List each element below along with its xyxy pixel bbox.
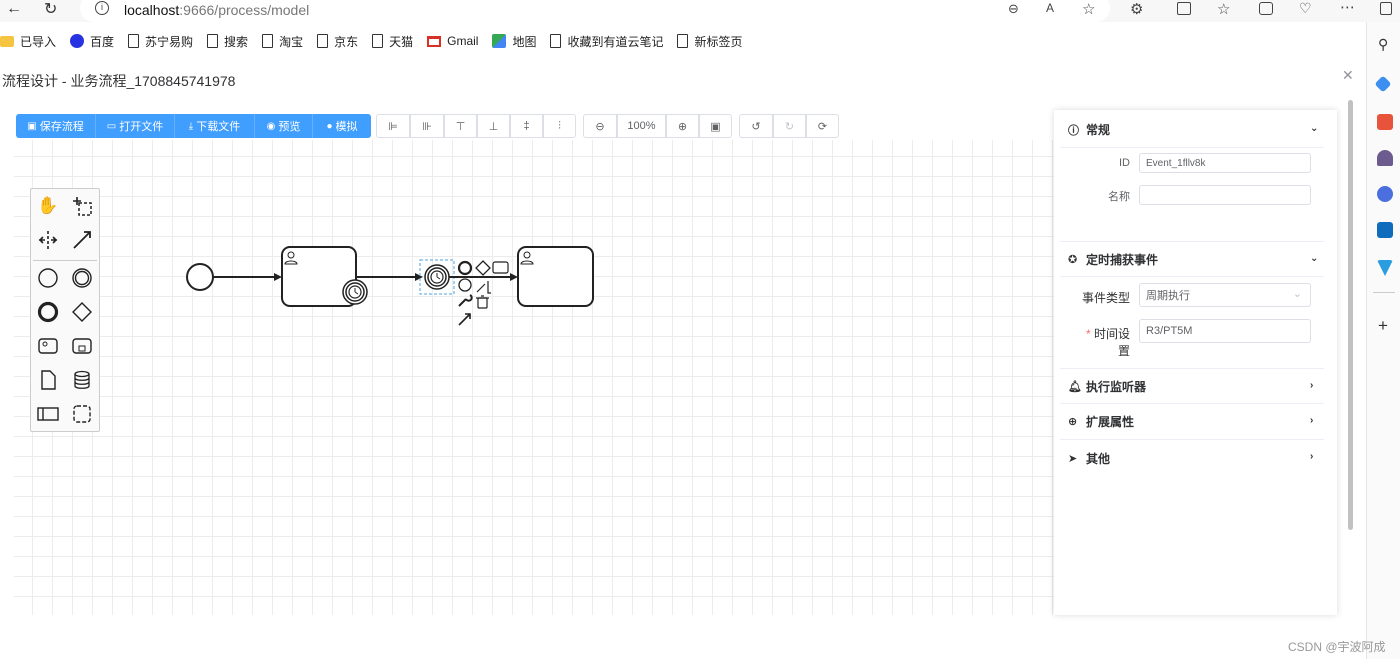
start-event[interactable] [186, 263, 214, 291]
time-setting-input[interactable]: R3/PT5M [1139, 319, 1311, 343]
chevron-down-icon: ⌄ [1310, 253, 1319, 264]
user-task-2[interactable] [517, 246, 594, 307]
id-input[interactable]: Event_1fllv8k [1139, 153, 1311, 173]
chevron-right-icon: › [1310, 415, 1314, 426]
context-pad [457, 260, 509, 326]
section-general-title: 常规 [1086, 123, 1111, 137]
sidebar-toggle-icon[interactable] [1380, 2, 1392, 15]
append-task-icon[interactable] [492, 261, 509, 274]
section-timer-header[interactable]: ✪ 定时捕获事件 ⌄ [1060, 241, 1324, 277]
chess-icon[interactable] [1377, 150, 1393, 166]
timer-catch-event-selected[interactable] [419, 259, 455, 295]
time-setting-label: * 时间设置 [1074, 325, 1130, 359]
chevron-down-icon: ⌄ [1310, 123, 1319, 134]
health-icon[interactable]: ♡ [1299, 0, 1312, 17]
event-type-value: 周期执行 [1146, 290, 1190, 302]
boundary-timer-event[interactable] [342, 279, 368, 305]
name-label: 名称 [1108, 191, 1130, 203]
collections-icon[interactable] [1259, 2, 1273, 15]
section-other-header[interactable]: ➤ 其他 › [1060, 440, 1324, 476]
section-other-title: 其他 [1086, 451, 1111, 466]
watermark: CSDN @宇波阿成 [1288, 640, 1386, 654]
id-label: ID [1119, 157, 1130, 169]
event-type-label: 事件类型 [1081, 291, 1130, 305]
section-extension-title: 扩展属性 [1086, 415, 1135, 429]
change-type-wrench-icon[interactable] [458, 294, 473, 307]
chevron-down-icon: ⌄ [1292, 288, 1302, 300]
add-icon[interactable]: + [1378, 316, 1388, 336]
name-input[interactable] [1139, 185, 1311, 205]
timer-icon: ✪ [1068, 253, 1078, 266]
connect-arrow-icon[interactable] [458, 313, 471, 326]
chevron-right-icon: › [1310, 451, 1314, 462]
section-listener-header[interactable]: 🔔︎ 执行监听器 › [1060, 368, 1324, 404]
shopping-tag-icon[interactable] [1374, 75, 1392, 93]
info-circle-icon: ⓘ [1068, 124, 1079, 137]
search-icon[interactable]: ⚲ [1378, 36, 1388, 53]
split-screen-icon[interactable] [1177, 2, 1191, 15]
section-extension-header[interactable]: ⊕ 扩展属性 › [1060, 404, 1324, 440]
edge-sidebar: ⚲ + [1366, 22, 1400, 659]
close-icon[interactable]: ✕ [1342, 67, 1354, 84]
section-listener-title: 执行监听器 [1086, 379, 1147, 394]
time-setting-text: 时间设置 [1093, 327, 1130, 358]
copilot-icon[interactable] [1377, 186, 1393, 202]
section-general-header[interactable]: ⓘ 常规 ⌄ [1060, 112, 1324, 148]
append-text-annotation-icon[interactable] [476, 281, 491, 294]
chevron-right-icon: › [1310, 380, 1314, 391]
dialog-scrollbar[interactable] [1348, 100, 1353, 530]
required-mark: * [1085, 327, 1091, 341]
bell-icon: 🔔︎ [1068, 380, 1082, 393]
append-intermediate-event-icon[interactable] [458, 278, 472, 292]
sidebar-divider [1373, 292, 1395, 293]
properties-panel: ⓘ 常规 ⌄ ID Event_1fllv8k 名称 ✪ 定时捕获事件 ⌄ 事件… [1054, 110, 1337, 615]
favorites-icon[interactable]: ☆ [1217, 0, 1230, 18]
append-gateway-icon[interactable] [475, 260, 491, 276]
delete-trash-icon[interactable] [476, 295, 489, 309]
sequence-flow-1[interactable] [213, 273, 282, 281]
outlook-icon[interactable] [1377, 222, 1393, 238]
plus-circle-icon: ⊕ [1068, 416, 1078, 428]
toolbox-icon[interactable] [1377, 114, 1393, 130]
favorite-star-icon[interactable]: ☆ [1082, 0, 1095, 18]
send-icon: ➤ [1068, 452, 1078, 465]
more-icon[interactable]: ⋯ [1340, 0, 1355, 16]
extensions-icon[interactable]: ⚙ [1130, 0, 1143, 18]
section-timer-title: 定时捕获事件 [1086, 252, 1159, 267]
event-type-select[interactable]: 周期执行 ⌄ [1139, 283, 1311, 307]
send-icon[interactable] [1377, 260, 1393, 276]
append-end-event-icon[interactable] [457, 260, 473, 276]
sequence-flow-2[interactable] [356, 273, 423, 281]
bpmn-diagram [186, 246, 594, 326]
